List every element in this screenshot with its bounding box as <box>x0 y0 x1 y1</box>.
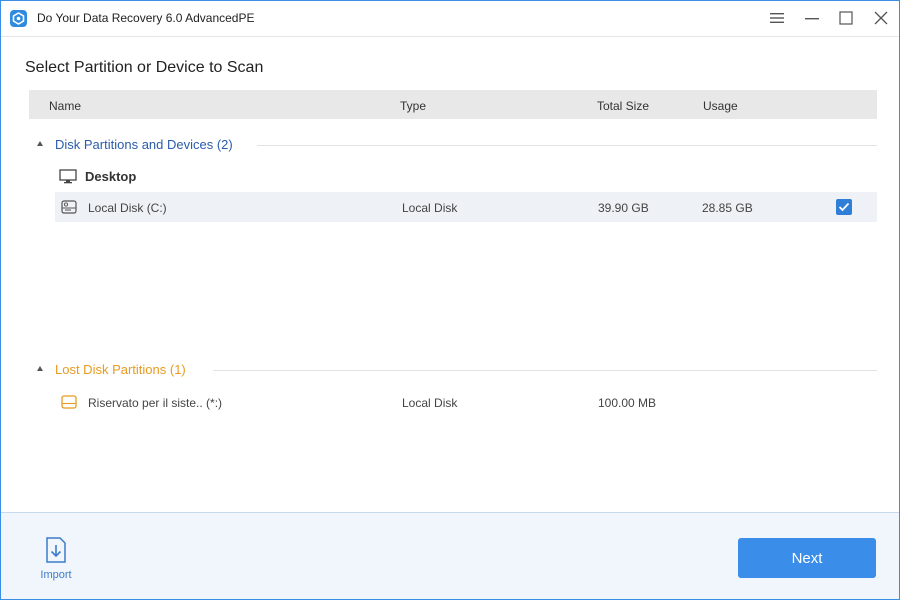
close-button[interactable] <box>867 7 895 29</box>
checkmark-icon <box>838 202 850 212</box>
column-header-total-size[interactable]: Total Size <box>597 99 649 113</box>
close-icon <box>874 11 888 25</box>
page-title: Select Partition or Device to Scan <box>25 59 264 76</box>
partition-usage: 28.85 GB <box>702 201 753 215</box>
column-header-usage[interactable]: Usage <box>703 99 738 113</box>
app-logo-icon <box>10 10 27 27</box>
device-desktop: Desktop <box>59 167 359 187</box>
partition-name: Local Disk (C:) <box>88 201 167 215</box>
collapse-arrow-icon[interactable] <box>37 366 43 371</box>
select-checkbox[interactable] <box>836 199 852 215</box>
group-divider <box>213 370 877 371</box>
group-divider <box>257 145 877 146</box>
group-lost-partitions[interactable]: Lost Disk Partitions (1) <box>37 360 877 380</box>
table-header: Name Type Total Size Usage <box>29 90 877 119</box>
title-bar: Do Your Data Recovery 6.0 AdvancedPE <box>1 1 899 37</box>
menu-button[interactable] <box>763 7 791 29</box>
table-row[interactable]: Local Disk (C:) Local Disk 39.90 GB 28.8… <box>55 192 877 222</box>
partition-total-size: 100.00 MB <box>598 396 657 410</box>
device-label: Desktop <box>85 169 137 184</box>
lost-partition-icon <box>61 394 77 415</box>
import-icon <box>44 537 68 568</box>
table-row[interactable]: Riservato per il siste.. (*:) Local Disk… <box>55 387 877 417</box>
next-button[interactable]: Next <box>738 538 876 578</box>
partition-name: Riservato per il siste.. (*:) <box>88 396 223 410</box>
column-header-type[interactable]: Type <box>400 99 426 113</box>
partition-type: Local Disk <box>402 396 458 410</box>
column-header-name[interactable]: Name <box>49 99 81 113</box>
hard-disk-icon <box>61 199 77 220</box>
partition-total-size: 39.90 GB <box>598 201 649 215</box>
partition-type: Local Disk <box>402 201 458 215</box>
monitor-icon <box>59 169 77 190</box>
group-label: Lost Disk Partitions (1) <box>55 362 186 377</box>
group-disk-partitions[interactable]: Disk Partitions and Devices (2) <box>37 135 877 155</box>
import-label: Import <box>40 569 72 581</box>
maximize-icon <box>839 11 853 25</box>
maximize-button[interactable] <box>832 7 860 29</box>
app-window: Do Your Data Recovery 6.0 AdvancedPE Sel… <box>0 0 900 600</box>
group-label: Disk Partitions and Devices (2) <box>55 137 233 152</box>
minimize-icon <box>805 18 819 20</box>
collapse-arrow-icon[interactable] <box>37 141 43 146</box>
import-button[interactable]: Import <box>31 537 81 583</box>
footer-bar: Import Next <box>1 512 899 599</box>
window-title: Do Your Data Recovery 6.0 AdvancedPE <box>37 11 255 25</box>
minimize-button[interactable] <box>798 7 826 29</box>
hamburger-icon <box>770 13 784 23</box>
